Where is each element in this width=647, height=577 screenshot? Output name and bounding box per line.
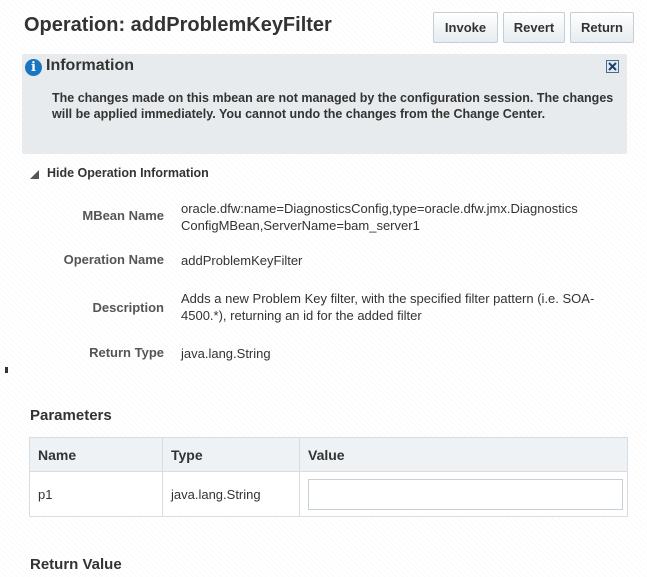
disclosure-triangle-icon [30,170,39,179]
page-title: Operation: addProblemKeyFilter [24,14,332,36]
invoke-button[interactable]: Invoke [433,12,498,43]
operation-name-value: addProblemKeyFilter [181,253,303,268]
revert-button[interactable]: Revert [503,12,565,43]
param-value-cell [299,471,628,517]
table-row: p1 java.lang.String [29,471,628,517]
operation-name-label: Operation Name [63,252,164,267]
param-value-input[interactable] [308,478,623,510]
close-icon[interactable] [606,60,619,73]
parameters-table: Name Type Value p1 java.lang.String [29,437,628,517]
mbean-name-value: oracle.dfw:name=DiagnosticsConfig,type=o… [181,201,578,233]
column-header-type[interactable]: Type [162,437,300,472]
information-message: The changes made on this mbean are not m… [52,91,614,121]
return-type-label: Return Type [89,345,164,360]
column-header-name[interactable]: Name [29,437,163,472]
return-type-value: java.lang.String [181,346,271,361]
description-label: Description [92,300,164,315]
table-header-row: Name Type Value [29,437,628,472]
column-header-value[interactable]: Value [299,437,628,472]
description-value: Adds a new Problem Key filter, with the … [181,291,595,323]
param-name-cell: p1 [29,471,163,517]
return-button[interactable]: Return [570,12,634,43]
page-header: Operation: addProblemKeyFilter Invoke Re… [0,0,647,50]
information-title: Information [46,57,134,74]
mbean-name-label: MBean Name [82,208,164,223]
hide-operation-info-label: Hide Operation Information [47,166,209,180]
info-icon: i [25,59,42,76]
return-value-heading: Return Value [30,556,122,573]
splitter-handle[interactable] [5,367,8,373]
information-panel: i Information The changes made on this m… [22,54,627,154]
parameters-heading: Parameters [30,407,112,424]
param-type-cell: java.lang.String [162,471,300,517]
